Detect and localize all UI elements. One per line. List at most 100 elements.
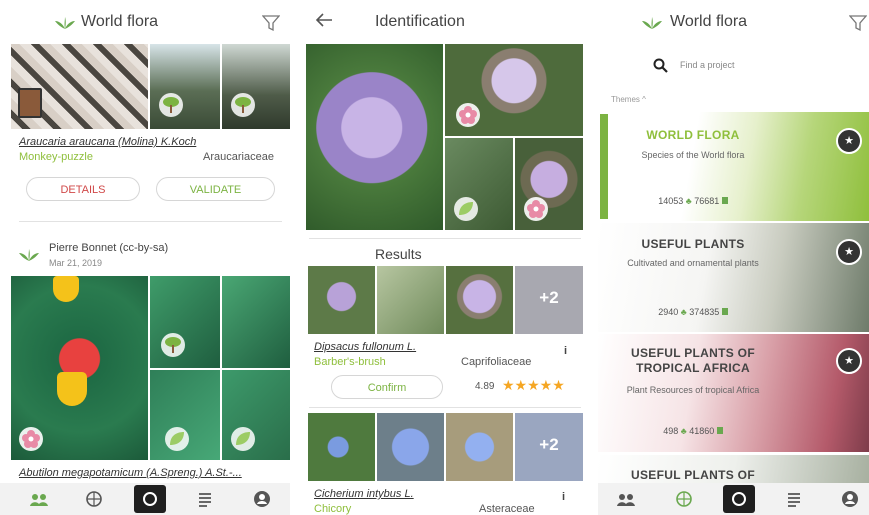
bottom-nav	[598, 483, 869, 515]
project-card-world-flora[interactable]: WORLD FLORA Species of the World flora 1…	[598, 112, 869, 221]
filter-icon[interactable]	[849, 14, 867, 32]
observation-date: Mar 21, 2019	[49, 258, 103, 268]
query-image-flower-head[interactable]	[306, 44, 443, 230]
result-common-name: Chicory	[314, 503, 352, 515]
result-image[interactable]	[308, 413, 375, 481]
species-family: Araucariaceae	[203, 151, 274, 163]
image-count: 374835	[689, 307, 720, 317]
search-placeholder: Find a project	[680, 60, 735, 70]
list-icon[interactable]	[196, 490, 214, 508]
project-card-partial[interactable]: USEFUL PLANTS OF	[598, 455, 869, 485]
filter-icon[interactable]	[262, 14, 280, 32]
favorite-star-icon[interactable]: ★	[836, 128, 862, 154]
leaf-organ-icon	[231, 427, 255, 451]
observation-count: 2940	[658, 307, 679, 317]
header: Identification	[303, 0, 589, 44]
search-icon	[653, 58, 668, 73]
header: World flora	[0, 0, 290, 44]
divider	[19, 221, 282, 222]
observation-icon: ♣	[680, 307, 687, 317]
camera-icon[interactable]	[723, 485, 755, 513]
observation-image-tree-2[interactable]	[222, 44, 290, 129]
more-images-tile[interactable]: +2	[515, 413, 583, 481]
globe-icon[interactable]	[675, 490, 693, 508]
flower-petal	[57, 372, 87, 406]
panel-world-flora-feed: World flora Araucaria araucana (Molina) …	[0, 0, 290, 515]
observation-image-flower[interactable]	[11, 276, 148, 460]
more-images-tile[interactable]: +2	[515, 266, 583, 334]
species-common-name: Monkey-puzzle	[19, 151, 93, 163]
result-image[interactable]	[377, 266, 444, 334]
back-arrow-icon[interactable]	[315, 12, 333, 28]
project-card-useful-plants-tropical-africa[interactable]: USEFUL PLANTS OF TROPICAL AFRICA Plant R…	[598, 334, 869, 452]
observation-image-tree[interactable]	[150, 44, 220, 129]
project-subtitle: Species of the World flora	[641, 150, 745, 160]
profile-icon[interactable]	[253, 490, 271, 508]
image-icon	[716, 427, 723, 434]
plantnet-logo-icon	[642, 17, 662, 29]
observation-icon: ♣	[685, 196, 692, 206]
bark-organ-icon	[18, 88, 42, 118]
project-title: USEFUL PLANTS OF TROPICAL AFRICA	[631, 346, 755, 375]
more-images-count: +2	[539, 435, 559, 454]
observation-image-leaves[interactable]	[150, 276, 220, 368]
tree-habit-icon	[161, 333, 185, 357]
tree-habit-icon	[231, 93, 255, 117]
list-icon[interactable]	[785, 490, 803, 508]
result-common-name: Barber's-brush	[314, 356, 386, 368]
profile-icon[interactable]	[841, 490, 859, 508]
query-image-4[interactable]	[515, 138, 583, 230]
page-title: Identification	[375, 13, 465, 30]
favorite-star-icon[interactable]: ★	[836, 239, 862, 265]
search-bar[interactable]: Find a project	[650, 56, 800, 76]
query-image-2[interactable]	[445, 44, 583, 136]
info-icon[interactable]: i	[564, 345, 567, 357]
flower-organ-icon	[524, 197, 548, 221]
result-image[interactable]	[446, 266, 513, 334]
observation-image-leaves-2[interactable]	[222, 276, 290, 368]
community-icon[interactable]	[617, 490, 635, 508]
validate-button[interactable]: VALIDATE	[156, 177, 275, 201]
observation-image-leaf-2[interactable]	[222, 370, 290, 460]
observation-icon: ♣	[680, 426, 687, 436]
panel-identification: Identification Results +2 Dipsacus fullo…	[303, 0, 589, 515]
species-latin-name[interactable]: Araucaria araucana (Molina) K.Koch	[19, 136, 196, 148]
result-latin-name[interactable]: Dipsacus fullonum L.	[314, 341, 416, 353]
observation-count: 498	[663, 426, 679, 436]
themes-toggle[interactable]: Themes ^	[611, 95, 646, 104]
image-icon	[721, 197, 728, 204]
project-title: WORLD FLORA	[646, 128, 740, 142]
image-count: 76681	[694, 196, 720, 206]
species-latin-name[interactable]: Abutilon megapotamicum (A.Spreng.) A.St.…	[19, 467, 242, 479]
plantnet-logo-icon	[55, 17, 75, 29]
result-family: Caprifoliaceae	[461, 356, 532, 368]
panel-projects: World flora Find a project Themes ^ WORL…	[598, 0, 869, 515]
project-title: USEFUL PLANTS OF	[631, 468, 755, 482]
observation-count: 14053	[658, 196, 684, 206]
result-image[interactable]	[308, 266, 375, 334]
observation-image-bark[interactable]	[11, 44, 148, 129]
project-stats: 498 ♣ 41860	[598, 426, 788, 436]
page-title: World flora	[81, 13, 159, 30]
favorite-star-icon[interactable]: ★	[836, 348, 862, 374]
plantnet-logo-icon	[19, 249, 39, 261]
globe-icon[interactable]	[85, 490, 103, 508]
query-image-3[interactable]	[445, 138, 513, 230]
result-image[interactable]	[377, 413, 444, 481]
camera-icon[interactable]	[134, 485, 166, 513]
result-image[interactable]	[446, 413, 513, 481]
observation-image-leaf[interactable]	[150, 370, 220, 460]
project-card-useful-plants[interactable]: USEFUL PLANTS Cultivated and ornamental …	[598, 223, 869, 332]
result-family: Asteraceae	[479, 503, 535, 515]
flower-organ-icon	[456, 103, 480, 127]
page-title: World flora	[670, 13, 748, 30]
score-value: 4.89	[475, 381, 495, 392]
project-subtitle: Cultivated and ornamental plants	[627, 258, 759, 268]
project-subtitle: Plant Resources of tropical Africa	[626, 385, 760, 395]
community-icon[interactable]	[30, 490, 48, 508]
confirm-button[interactable]: Confirm	[331, 375, 443, 399]
details-button[interactable]: DETAILS	[26, 177, 140, 201]
more-images-count: +2	[539, 288, 559, 307]
info-icon[interactable]: i	[562, 491, 565, 503]
result-latin-name[interactable]: Cicherium intybus L.	[314, 488, 414, 500]
